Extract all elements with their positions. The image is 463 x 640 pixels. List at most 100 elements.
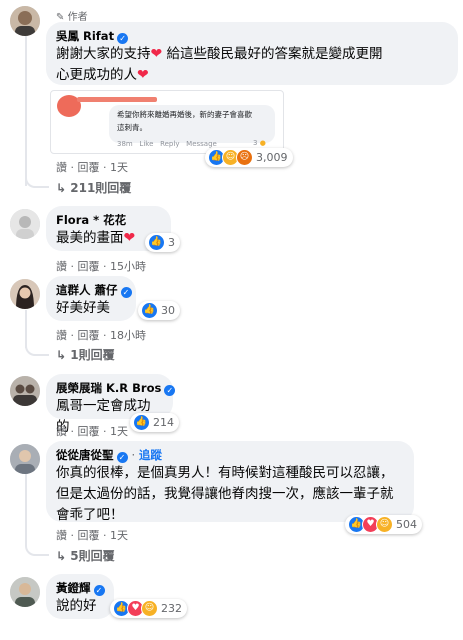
- reply-button[interactable]: 回覆: [78, 529, 100, 542]
- verified-badge-icon: ✓: [164, 385, 176, 396]
- reaction-count: 30: [161, 304, 175, 317]
- replies-label: 5則回覆: [70, 549, 115, 563]
- timestamp[interactable]: 1天: [110, 161, 128, 174]
- heart-emoji-icon: ❤: [123, 230, 136, 246]
- reaction-summary[interactable]: 👍 ♥ ☺ 232: [110, 599, 187, 618]
- like-button[interactable]: 讚: [56, 425, 67, 438]
- like-reaction-icon: 👍: [141, 302, 158, 319]
- comment-actions: 讚 · 回覆 · 1天: [56, 425, 128, 438]
- view-replies-button[interactable]: ↳ 211則回覆: [56, 179, 131, 196]
- comment-bubble: 從從唐從聖 ✓ · 追蹤 你真的很棒，是個真男人！有時候對這種酸民可以忍讓， 但是…: [46, 441, 414, 523]
- verified-badge-icon: ✓: [93, 585, 105, 596]
- quoted-text-line: 希望你將來離婚再婚後，新的妻子會喜歡: [117, 110, 252, 119]
- reply-button[interactable]: 回覆: [78, 260, 100, 273]
- timestamp[interactable]: 1天: [110, 425, 128, 438]
- avatar-kr-bros[interactable]: [10, 376, 40, 406]
- comment-text: 謝謝大家的支持❤ 給這些酸民最好的答案就是變成更開 心更成功的人❤: [56, 44, 448, 86]
- reaction-count: 3,009: [256, 151, 288, 164]
- angry-reaction-icon: ☹: [236, 149, 253, 166]
- comment-text-line: 心更成功的人: [56, 67, 137, 83]
- comment-text: 好美好美: [56, 300, 110, 316]
- avatar-xiaozai[interactable]: [10, 279, 40, 309]
- quoted-time: 38m: [117, 140, 133, 148]
- reply-arrow-icon: ↳: [56, 348, 67, 362]
- like-button[interactable]: 讚: [56, 329, 67, 342]
- reaction-count: 214: [153, 416, 174, 429]
- comment-text: 說的好: [56, 598, 97, 614]
- comment-text-line: 最美的畫面: [56, 230, 124, 246]
- avatar-tang[interactable]: [10, 444, 40, 474]
- author-badge: ✎ 作者: [56, 8, 88, 23]
- reaction-count: 504: [396, 518, 417, 531]
- quoted-reply: Reply: [160, 140, 180, 148]
- reaction-summary[interactable]: 👍 30: [138, 301, 180, 320]
- avatar-flora[interactable]: [10, 209, 40, 239]
- author-name[interactable]: 黃鐙輝: [56, 581, 91, 595]
- haha-reaction-icon: ☺: [376, 516, 393, 533]
- replies-label: 1則回覆: [70, 348, 115, 362]
- quoted-text-line: 這刺青。: [117, 123, 147, 132]
- comment-actions: 讚 · 回覆 · 18小時: [56, 329, 146, 342]
- comment-author[interactable]: 黃鐙輝 ✓: [56, 580, 105, 596]
- like-reaction-icon: 👍: [148, 234, 165, 251]
- comment-bubble: 黃鐙輝 ✓ 說的好: [46, 574, 114, 619]
- comment-author[interactable]: Flora * 花花: [56, 212, 161, 228]
- quoted-like: Like: [139, 140, 154, 148]
- reaction-summary[interactable]: 👍 3: [145, 233, 180, 252]
- reply-arrow-icon: ↳: [56, 549, 67, 563]
- author-name[interactable]: 吳鳳 Rifat: [56, 29, 114, 43]
- author-name[interactable]: 從從唐從聖: [56, 448, 114, 462]
- author-name[interactable]: 這群人 蕭仔: [56, 283, 118, 297]
- quoted-actions: 38m Like Reply Message: [117, 140, 217, 148]
- comment-text-line: 謝謝大家的支持: [56, 46, 151, 62]
- comment-text-line: 給這些酸民最好的答案就是變成更開: [166, 46, 383, 62]
- avatar-huang[interactable]: [10, 577, 40, 607]
- quoted-comment-image: 希望你將來離婚再婚後，新的妻子會喜歡 這刺青。 38m Like Reply M…: [50, 90, 284, 154]
- reaction-summary[interactable]: 👍 ☺ ☹ 3,009: [205, 148, 293, 167]
- follow-button[interactable]: 追蹤: [139, 448, 162, 462]
- reply-arrow-icon: ↳: [56, 181, 67, 195]
- quoted-reaction: 3 ●: [253, 139, 266, 147]
- timestamp[interactable]: 18小時: [110, 329, 146, 342]
- timestamp[interactable]: 1天: [110, 529, 128, 542]
- verified-badge-icon: ✓: [116, 452, 128, 463]
- like-button[interactable]: 讚: [56, 260, 67, 273]
- timestamp[interactable]: 15小時: [110, 260, 146, 273]
- comment-text-line: 但是太過份的話，我覺得讓他脊肉搜一次，應該一輩子就: [56, 486, 394, 502]
- comment-actions: 讚 · 回覆 · 1天: [56, 161, 128, 174]
- heart-emoji-icon: ❤: [150, 46, 163, 62]
- author-name[interactable]: 展榮展瑞 K.R Bros: [56, 381, 161, 395]
- reply-button[interactable]: 回覆: [78, 329, 100, 342]
- like-button[interactable]: 讚: [56, 161, 67, 174]
- comment-author[interactable]: 吳鳳 Rifat ✓: [56, 28, 448, 44]
- verified-badge-icon: ✓: [120, 287, 132, 298]
- reaction-count: 3: [168, 236, 175, 249]
- haha-reaction-icon: ☺: [141, 600, 158, 617]
- comment-actions: 讚 · 回覆 · 15小時: [56, 260, 146, 273]
- comment-author[interactable]: 從從唐從聖 ✓ · 追蹤: [56, 447, 404, 463]
- replies-label: 211則回覆: [70, 181, 132, 195]
- verified-badge-icon: ✓: [117, 33, 129, 44]
- thread-elbow: [25, 160, 49, 188]
- comment-bubble: 這群人 蕭仔 ✓ 好美好美: [46, 276, 136, 321]
- comment-actions: 讚 · 回覆 · 1天: [56, 529, 128, 542]
- comment-text-line: 會乖了吧！: [56, 507, 124, 523]
- reply-button[interactable]: 回覆: [78, 425, 100, 438]
- comment-text-line: 你真的很棒，是個真男人！有時候對這種酸民可以忍讓，: [56, 465, 394, 481]
- like-reaction-icon: 👍: [133, 414, 150, 431]
- comment-author[interactable]: 這群人 蕭仔 ✓: [56, 282, 132, 298]
- reply-button[interactable]: 回覆: [78, 161, 100, 174]
- reaction-summary[interactable]: 👍 ♥ ☺ 504: [345, 515, 422, 534]
- haha-reaction-icon: ●: [259, 139, 266, 147]
- view-replies-button[interactable]: ↳ 5則回覆: [56, 547, 115, 564]
- thread-elbow: [25, 530, 49, 556]
- comment-author[interactable]: 展榮展瑞 K.R Bros ✓: [56, 380, 176, 396]
- heart-emoji-icon: ❤: [137, 67, 149, 83]
- avatar-rifat[interactable]: [10, 6, 40, 36]
- comment-bubble: 吳鳳 Rifat ✓ 謝謝大家的支持❤ 給這些酸民最好的答案就是變成更開 心更成功…: [46, 22, 458, 85]
- quoted-message: Message: [186, 140, 217, 148]
- view-replies-button[interactable]: ↳ 1則回覆: [56, 346, 115, 363]
- quoted-count: 3: [253, 139, 258, 147]
- like-button[interactable]: 讚: [56, 529, 67, 542]
- reaction-summary[interactable]: 👍 214: [130, 413, 179, 432]
